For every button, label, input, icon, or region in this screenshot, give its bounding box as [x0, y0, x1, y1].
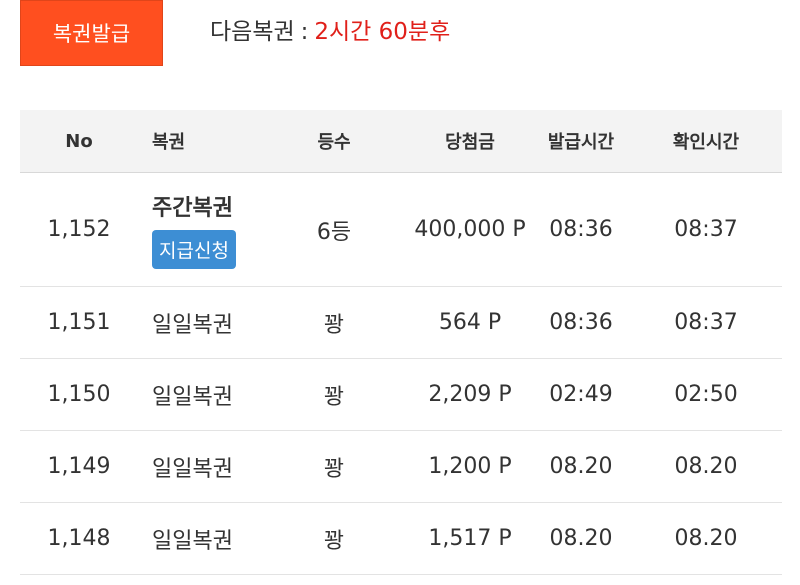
row-rank: 꽝	[323, 384, 345, 410]
table-row: 1,152 주간복권 지급신청 6등 400,000 P 08:36 08:37	[20, 173, 782, 287]
table-header: No 복권 등수 당첨금 발급시간 확인시간	[20, 110, 782, 173]
table-row: 1,149 일일복권 꽝 1,200 P 08.20 08.20	[20, 431, 782, 503]
row-no: 1,150	[47, 382, 111, 407]
issue-ticket-button[interactable]: 복권발급	[20, 0, 163, 66]
row-checked: 08:37	[674, 310, 738, 335]
row-prize: 564 P	[438, 310, 502, 335]
row-ticket: 일일복권	[152, 384, 233, 410]
row-issued: 08:36	[549, 217, 613, 242]
row-issued: 08:36	[549, 310, 613, 335]
row-prize: 1,200 P	[428, 454, 512, 479]
row-ticket: 일일복권	[152, 528, 233, 554]
row-prize: 2,209 P	[428, 382, 512, 407]
ticket-history-table: No 복권 등수 당첨금 발급시간 확인시간 1,152 주간복권 지급신청 6…	[20, 110, 782, 575]
ticket-name-stack: 주간복권 지급신청	[152, 190, 236, 269]
top-bar: 복권발급 다음복권:2시간 60분후	[20, 0, 780, 66]
row-checked: 08.20	[674, 526, 738, 551]
row-rank: 6등	[316, 219, 352, 245]
header-ticket: 복권	[152, 132, 186, 153]
row-rank: 꽝	[323, 528, 345, 554]
row-no: 1,149	[47, 454, 111, 479]
row-checked: 02:50	[674, 382, 738, 407]
countdown-text: 2시간 60분후	[314, 19, 451, 45]
header-checked: 확인시간	[672, 132, 740, 153]
next-ticket-label: 다음복권	[210, 19, 295, 45]
row-ticket: 주간복권 지급신청	[152, 173, 292, 286]
header-prize: 당첨금	[445, 132, 495, 153]
table-row: 1,148 일일복권 꽝 1,517 P 08.20 08.20	[20, 503, 782, 575]
row-rank: 꽝	[323, 312, 345, 338]
next-ticket-info: 다음복권:2시간 60분후	[210, 12, 450, 46]
header-issued: 발급시간	[547, 132, 615, 153]
header-rank: 등수	[317, 132, 351, 153]
ticket-name: 주간복권	[152, 196, 233, 221]
row-issued: 08.20	[549, 454, 613, 479]
header-no: No	[65, 130, 93, 152]
claim-button[interactable]: 지급신청	[152, 230, 236, 269]
row-ticket: 일일복권	[152, 312, 233, 338]
row-prize: 400,000 P	[414, 217, 526, 242]
row-no: 1,152	[47, 217, 111, 242]
row-ticket: 일일복권	[152, 456, 233, 482]
row-no: 1,148	[47, 526, 111, 551]
row-no: 1,151	[47, 310, 111, 335]
row-checked: 08:37	[674, 217, 738, 242]
table-row: 1,150 일일복권 꽝 2,209 P 02:49 02:50	[20, 359, 782, 431]
row-prize: 1,517 P	[428, 526, 512, 551]
row-checked: 08.20	[674, 454, 738, 479]
row-issued: 02:49	[549, 382, 613, 407]
row-rank: 꽝	[323, 456, 345, 482]
table-row: 1,151 일일복권 꽝 564 P 08:36 08:37	[20, 287, 782, 359]
row-issued: 08.20	[549, 526, 613, 551]
separator: :	[300, 19, 309, 45]
